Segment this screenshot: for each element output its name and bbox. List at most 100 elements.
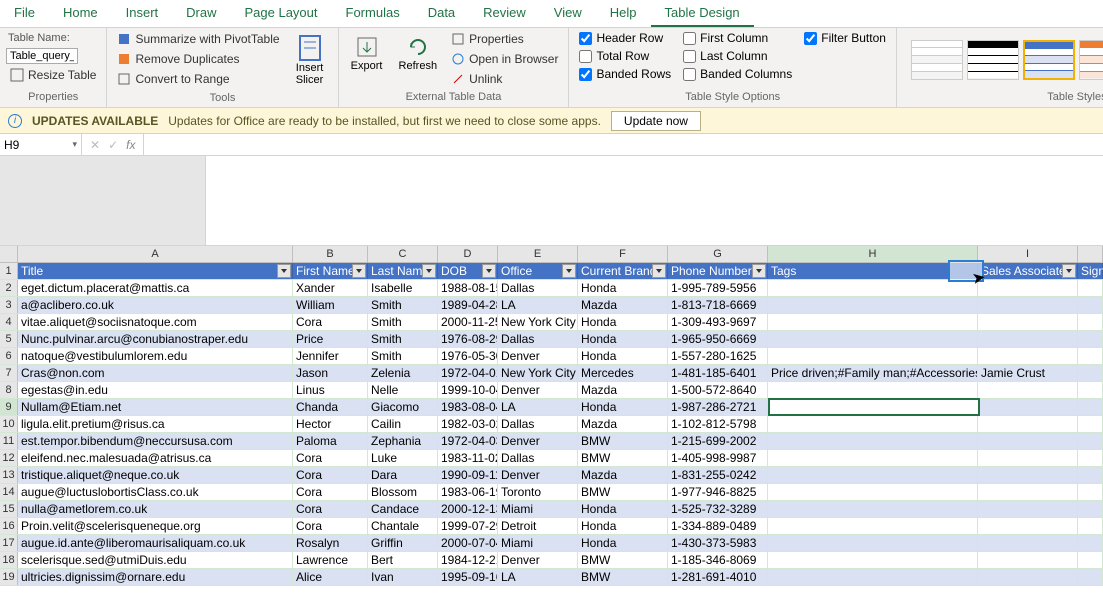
cell[interactable] [768,331,978,347]
cell[interactable]: Cora [293,501,368,517]
cell[interactable] [768,348,978,364]
cell[interactable]: Nelle [368,382,438,398]
cell[interactable]: 1990-09-11 [438,467,498,483]
cell[interactable] [978,433,1078,449]
row-header[interactable]: 3 [0,297,18,313]
cell[interactable]: Isabelle [368,280,438,296]
cell[interactable] [1078,297,1103,313]
cell[interactable]: Paloma [293,433,368,449]
table-style-swatch[interactable] [1079,40,1103,80]
cell[interactable] [768,297,978,313]
name-box[interactable]: H9 [0,134,82,155]
cell[interactable]: 1-430-373-5983 [668,535,768,551]
cell[interactable]: Mazda [578,297,668,313]
cb-first-col[interactable]: First Column [679,30,796,46]
cell[interactable]: Mercedes [578,365,668,381]
cell[interactable] [978,280,1078,296]
cell[interactable] [1078,433,1103,449]
cell[interactable]: Chanda [293,399,368,415]
cell[interactable]: 1988-08-15 [438,280,498,296]
resize-table-button[interactable]: Resize Table [6,66,100,84]
col-header-D[interactable]: D [438,246,498,262]
cell[interactable]: LA [498,399,578,415]
cell[interactable] [978,518,1078,534]
th-dob[interactable]: DOB [438,263,498,279]
cell[interactable] [768,484,978,500]
cell[interactable]: 1999-07-29 [438,518,498,534]
filter-icon[interactable] [562,264,576,278]
cb-header-row[interactable]: Header Row [575,30,675,46]
tab-page-layout[interactable]: Page Layout [231,0,332,27]
cell[interactable] [978,382,1078,398]
cell[interactable]: 1983-06-19 [438,484,498,500]
cell[interactable]: Dara [368,467,438,483]
cell[interactable]: Ivan [368,569,438,585]
cell[interactable] [1078,518,1103,534]
cell[interactable] [978,348,1078,364]
cb-total-row[interactable]: Total Row [575,48,675,64]
cell[interactable] [768,416,978,432]
filter-icon[interactable] [482,264,496,278]
cell[interactable] [978,484,1078,500]
row-header[interactable]: 15 [0,501,18,517]
export-button[interactable]: Export [345,30,389,76]
cell[interactable] [978,501,1078,517]
insert-slicer-button[interactable]: Insert Slicer [288,30,332,90]
cell[interactable]: Honda [578,501,668,517]
row-header[interactable]: 2 [0,280,18,296]
cell[interactable]: 1989-04-28 [438,297,498,313]
row-header[interactable]: 17 [0,535,18,551]
cell[interactable]: LA [498,569,578,585]
pivot-button[interactable]: Summarize with PivotTable [113,30,283,48]
row-header[interactable]: 8 [0,382,18,398]
cell[interactable]: augue.id.ante@liberomaurisaliquam.co.uk [18,535,293,551]
tab-help[interactable]: Help [596,0,651,27]
cell[interactable] [1078,348,1103,364]
row-header[interactable]: 16 [0,518,18,534]
row-header[interactable]: 6 [0,348,18,364]
cell[interactable]: 1983-08-04 [438,399,498,415]
cell[interactable]: William [293,297,368,313]
cell[interactable] [768,535,978,551]
cell[interactable] [768,280,978,296]
cell[interactable]: 1-995-789-5956 [668,280,768,296]
cell[interactable]: Jennifer [293,348,368,364]
cell[interactable] [978,467,1078,483]
tab-draw[interactable]: Draw [172,0,230,27]
cell[interactable]: nulla@ametlorem.co.uk [18,501,293,517]
col-header-G[interactable]: G [668,246,768,262]
refresh-button[interactable]: Refresh [393,30,444,76]
cell[interactable]: Mazda [578,467,668,483]
cell[interactable]: BMW [578,450,668,466]
cell[interactable] [978,416,1078,432]
tab-file[interactable]: File [0,0,49,27]
update-now-button[interactable]: Update now [611,111,701,131]
cell[interactable]: Mazda [578,416,668,432]
cell[interactable]: egestas@in.edu [18,382,293,398]
cell[interactable] [768,433,978,449]
cell[interactable] [768,450,978,466]
cell[interactable]: 1999-10-04 [438,382,498,398]
row-header[interactable]: 14 [0,484,18,500]
cell[interactable] [978,535,1078,551]
cell[interactable]: Giacomo [368,399,438,415]
cell[interactable]: New York City [498,314,578,330]
cb-filter-button[interactable]: Filter Button [800,30,890,46]
cell[interactable]: scelerisque.sed@utmiDuis.edu [18,552,293,568]
cell[interactable] [1078,450,1103,466]
cell[interactable] [1078,382,1103,398]
cell[interactable]: Dallas [498,331,578,347]
cell[interactable] [1078,399,1103,415]
cell[interactable]: Hector [293,416,368,432]
cell[interactable]: Honda [578,518,668,534]
cell[interactable]: BMW [578,552,668,568]
cell[interactable] [768,399,978,415]
cell[interactable] [1078,467,1103,483]
formula-input[interactable] [144,134,1103,155]
cell[interactable]: ultricies.dignissim@ornare.edu [18,569,293,585]
cell[interactable]: Dallas [498,280,578,296]
fx-icon[interactable]: fx [126,138,135,152]
cell[interactable]: Xander [293,280,368,296]
col-header-B[interactable]: B [293,246,368,262]
cell[interactable] [978,331,1078,347]
